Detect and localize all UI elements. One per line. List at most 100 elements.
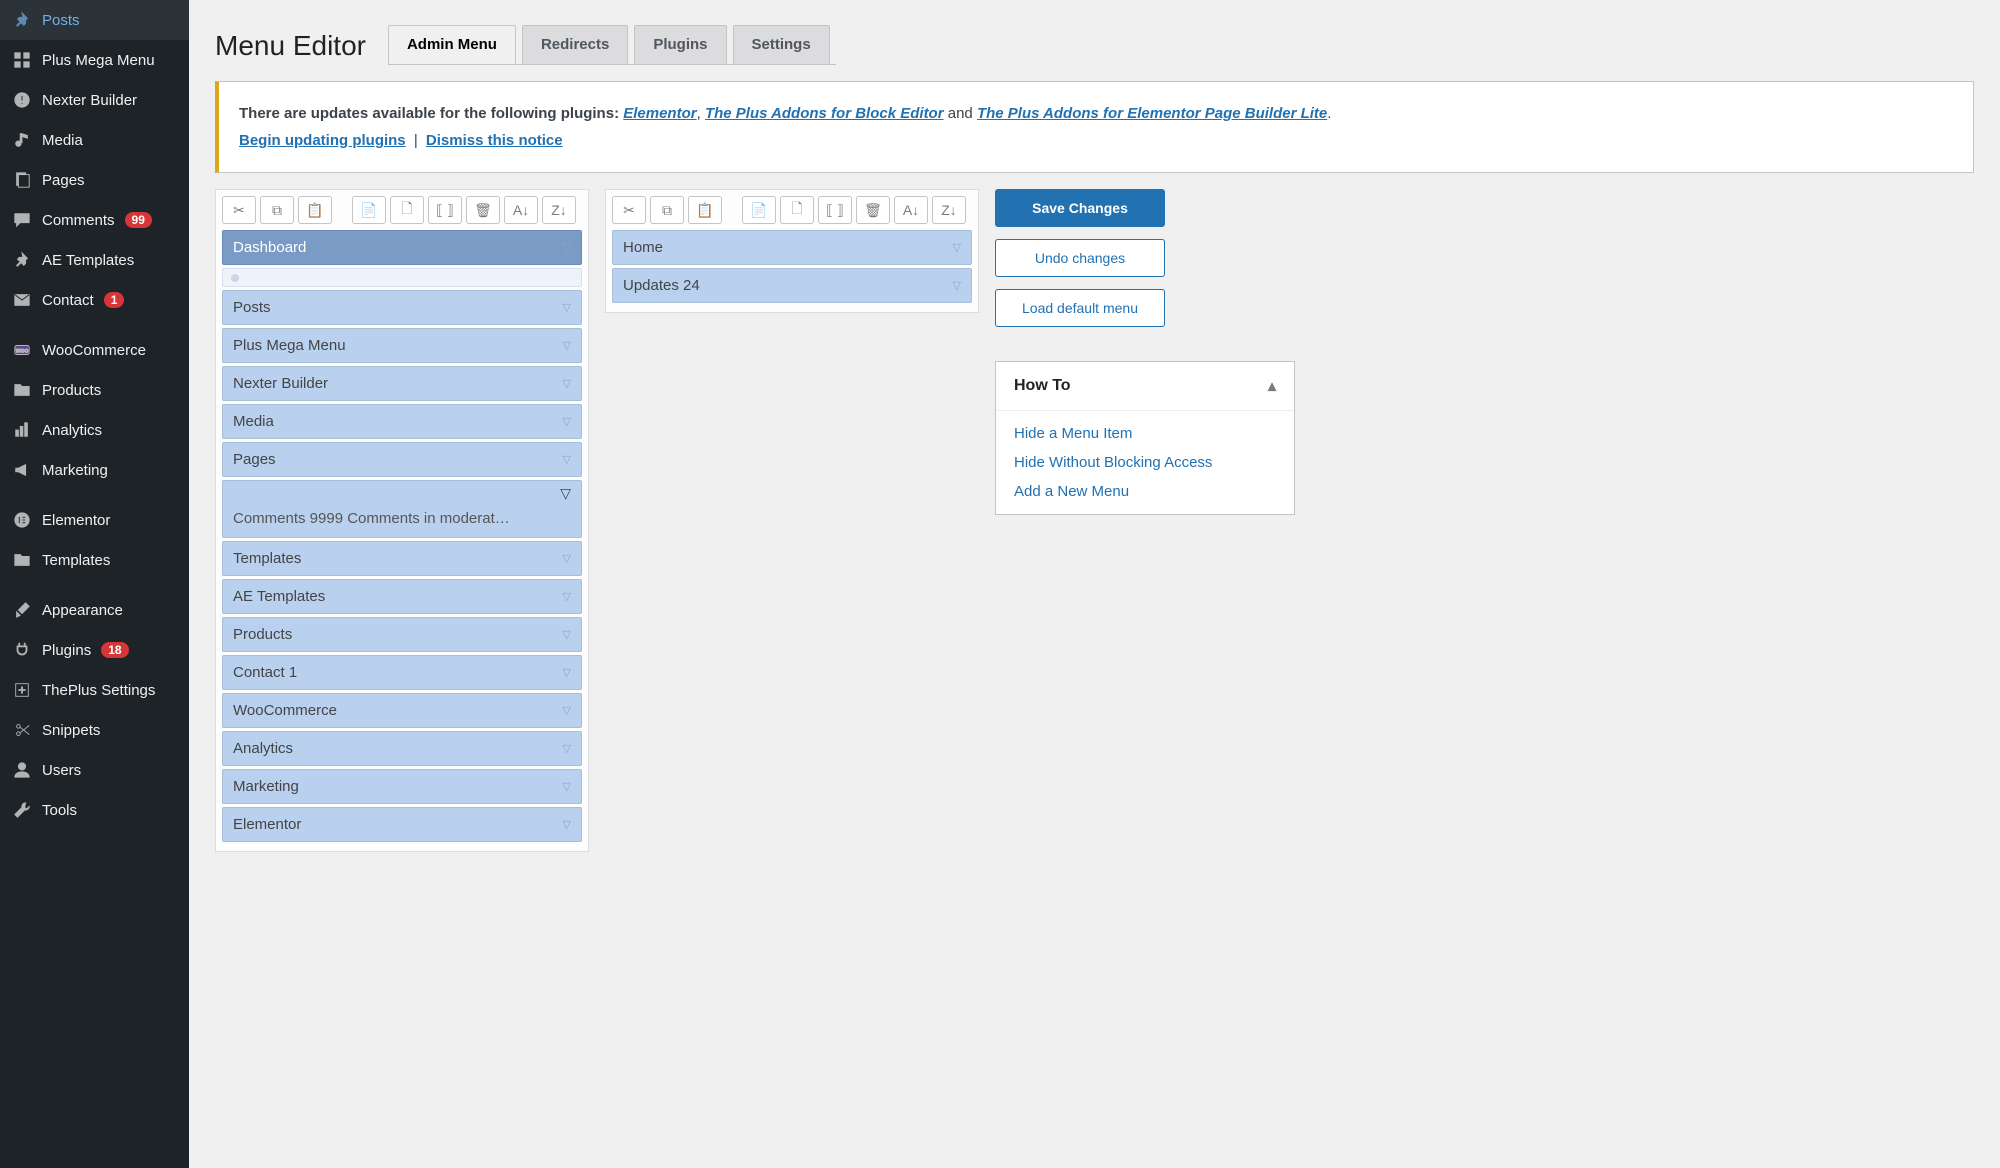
menu-item-templates[interactable]: Templates▽ <box>222 541 582 576</box>
sidebar-item-appearance[interactable]: Appearance <box>0 590 189 630</box>
sidebar-item-users[interactable]: Users <box>0 750 189 790</box>
grid-icon <box>12 50 32 70</box>
toolbar-sort-za-button[interactable]: Z↓ <box>932 196 966 224</box>
menu-item-label: Marketing <box>233 778 299 795</box>
toolbar-new-separator-button[interactable]: 🗋 <box>780 196 814 224</box>
sidebar-item-contact[interactable]: Contact1 <box>0 280 189 320</box>
sidebar-item-products[interactable]: Products <box>0 370 189 410</box>
tab-redirects[interactable]: Redirects <box>522 25 628 64</box>
menu-item-ae-templates[interactable]: AE Templates▽ <box>222 579 582 614</box>
menu-item-media[interactable]: Media▽ <box>222 404 582 439</box>
menu-item-label: Elementor <box>233 816 301 833</box>
sidebar-item-marketing[interactable]: Marketing <box>0 450 189 490</box>
sidebar-item-media[interactable]: Media <box>0 120 189 160</box>
toolbar-sort-za-button[interactable]: Z↓ <box>542 196 576 224</box>
menu-item-comments[interactable]: ▽Comments 9999 Comments in moderat… <box>222 480 582 538</box>
left-toolbar: ✂⧉📋 📄🗋⟦ ⟧🗑A↓Z↓ <box>222 196 582 224</box>
dropdown-icon: ▽ <box>953 279 961 292</box>
toolbar-copy-button[interactable]: ⧉ <box>650 196 684 224</box>
load-default-button[interactable]: Load default menu <box>995 289 1165 327</box>
toolbar-cut-button[interactable]: ✂ <box>612 196 646 224</box>
toolbar-new-button[interactable]: 📄 <box>352 196 386 224</box>
menu-item-pages[interactable]: Pages▽ <box>222 442 582 477</box>
sidebar-item-plugins[interactable]: Plugins18 <box>0 630 189 670</box>
sidebar-item-templates[interactable]: Templates <box>0 540 189 580</box>
sidebar-item-theplus-settings[interactable]: ThePlus Settings <box>0 670 189 710</box>
sidebar-item-analytics[interactable]: Analytics <box>0 410 189 450</box>
menu-item-woocommerce[interactable]: WooCommerce▽ <box>222 693 582 728</box>
sidebar-item-snippets[interactable]: Snippets <box>0 710 189 750</box>
notice-link-2[interactable]: The Plus Addons for Block Editor <box>705 105 944 122</box>
menu-item-elementor[interactable]: Elementor▽ <box>222 807 582 842</box>
toolbar-new-separator-button[interactable]: 🗋 <box>390 196 424 224</box>
dropdown-icon: ▽ <box>563 377 571 390</box>
megaphone-icon <box>12 460 32 480</box>
undo-button[interactable]: Undo changes <box>995 239 1165 277</box>
tab-settings[interactable]: Settings <box>733 25 830 64</box>
menu-panel-left: ✂⧉📋📄🗋⟦ ⟧🗑A↓Z↓ Dashboard▽Posts▽Plus Mega … <box>215 189 589 852</box>
menu-item-nexter-builder[interactable]: Nexter Builder▽ <box>222 366 582 401</box>
sidebar-item-ae-templates[interactable]: AE Templates <box>0 240 189 280</box>
toolbar-expand-button[interactable]: ⟦ ⟧ <box>818 196 852 224</box>
page-title: Menu Editor <box>215 30 366 62</box>
tab-admin-menu[interactable]: Admin Menu <box>388 25 516 64</box>
toolbar-paste-button[interactable]: 📋 <box>688 196 722 224</box>
menu-separator[interactable] <box>222 268 582 287</box>
menu-item-label: Analytics <box>233 740 293 757</box>
sidebar-item-woocommerce[interactable]: wooWooCommerce <box>0 330 189 370</box>
sidebar-item-plus-mega-menu[interactable]: Plus Mega Menu <box>0 40 189 80</box>
howto-link-add-a-new-menu[interactable]: Add a New Menu <box>1014 483 1276 500</box>
menu-item-analytics[interactable]: Analytics▽ <box>222 731 582 766</box>
sidebar-item-label: Comments <box>42 212 115 229</box>
menu-item-label: Dashboard <box>233 239 306 256</box>
begin-updating-link[interactable]: Begin updating plugins <box>239 132 406 149</box>
menu-item-plus-mega-menu[interactable]: Plus Mega Menu ▽ <box>222 328 582 363</box>
dropdown-icon: ▽ <box>563 339 571 352</box>
submenu-item-home[interactable]: Home▽ <box>612 230 972 265</box>
notice-link-3[interactable]: The Plus Addons for Elementor Page Build… <box>977 105 1327 122</box>
notice-prefix: There are updates available for the foll… <box>239 105 623 122</box>
tab-plugins[interactable]: Plugins <box>634 25 726 64</box>
woo-icon: woo <box>12 340 32 360</box>
notice-link-1[interactable]: Elementor <box>623 105 696 122</box>
toolbar-copy-button[interactable]: ⧉ <box>260 196 294 224</box>
toolbar-delete-button[interactable]: 🗑 <box>856 196 890 224</box>
folder-icon <box>12 380 32 400</box>
sidebar-item-posts[interactable]: Posts <box>0 0 189 40</box>
menu-item-products[interactable]: Products▽ <box>222 617 582 652</box>
toolbar-paste-button[interactable]: 📋 <box>298 196 332 224</box>
sidebar-item-label: Plugins <box>42 642 91 659</box>
dismiss-notice-link[interactable]: Dismiss this notice <box>426 132 563 149</box>
menu-item-dashboard[interactable]: Dashboard▽ <box>222 230 582 265</box>
menu-panel-right: ✂⧉📋 📄🗋⟦ ⟧🗑A↓Z↓ Home▽Updates 24▽ <box>605 189 979 313</box>
toolbar-sort-az-button[interactable]: A↓ <box>504 196 538 224</box>
sidebar-item-label: Elementor <box>42 512 110 529</box>
sidebar-item-pages[interactable]: Pages <box>0 160 189 200</box>
sidebar-item-label: Snippets <box>42 722 100 739</box>
howto-header[interactable]: How To ▴ <box>996 362 1294 411</box>
menu-item-posts[interactable]: Posts▽ <box>222 290 582 325</box>
right-toolbar: ✂⧉📋 📄🗋⟦ ⟧🗑A↓Z↓ <box>612 196 972 224</box>
sidebar-item-label: Plus Mega Menu <box>42 52 155 69</box>
dropdown-icon: ▽ <box>563 704 571 717</box>
menu-item-label: Plus Mega Menu <box>233 337 346 354</box>
save-button[interactable]: Save Changes <box>995 189 1165 227</box>
toolbar-expand-button[interactable]: ⟦ ⟧ <box>428 196 462 224</box>
sidebar-item-comments[interactable]: Comments99 <box>0 200 189 240</box>
sidebar-item-tools[interactable]: Tools <box>0 790 189 830</box>
toolbar-new-button[interactable]: 📄 <box>742 196 776 224</box>
howto-link-hide-without-blocking-access[interactable]: Hide Without Blocking Access <box>1014 454 1276 471</box>
toolbar-cut-button[interactable]: ✂ <box>222 196 256 224</box>
howto-link-hide-a-menu-item[interactable]: Hide a Menu Item <box>1014 425 1276 442</box>
menu-item-marketing[interactable]: Marketing ▽ <box>222 769 582 804</box>
menu-item-contact-1[interactable]: Contact 1▽ <box>222 655 582 690</box>
howto-panel: How To ▴ Hide a Menu Item Hide Without Bl… <box>995 361 1295 515</box>
bars-icon <box>12 420 32 440</box>
dropdown-icon: ▽ <box>563 780 571 793</box>
toolbar-delete-button[interactable]: 🗑 <box>466 196 500 224</box>
toolbar-sort-az-button[interactable]: A↓ <box>894 196 928 224</box>
submenu-item-updates-24[interactable]: Updates 24▽ <box>612 268 972 303</box>
sidebar-item-elementor[interactable]: Elementor <box>0 500 189 540</box>
menu-item-label: Media <box>233 413 274 430</box>
sidebar-item-nexter-builder[interactable]: Nexter Builder <box>0 80 189 120</box>
